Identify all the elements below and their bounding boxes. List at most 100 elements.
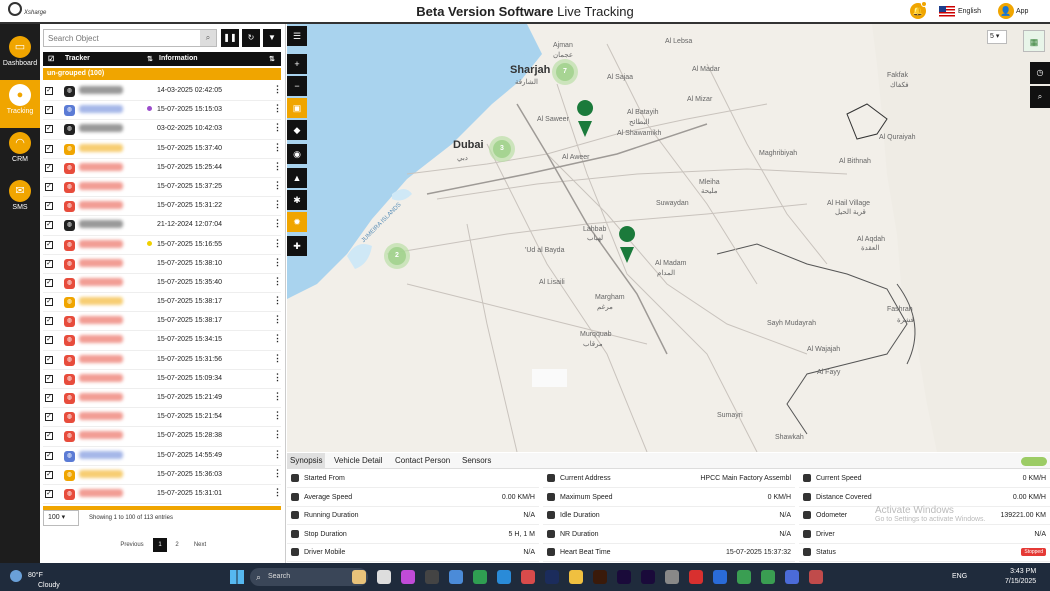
more-options-icon[interactable]: ⋮: [273, 218, 281, 229]
more-options-icon[interactable]: ⋮: [273, 353, 281, 364]
edge-icon[interactable]: [497, 570, 511, 584]
tab-contact-person[interactable]: Contact Person: [392, 453, 453, 469]
row-checkbox[interactable]: ✓: [45, 106, 53, 115]
tracker-row[interactable]: ✓ ◍ 15-07-2025 15:31:56 ⋮: [43, 351, 281, 370]
tracker-row[interactable]: ✓ ◍ 15-07-2025 15:21:54 ⋮: [43, 408, 281, 428]
tracker-row[interactable]: ✓ ◍ 15-07-2025 15:38:17 ⋮: [43, 312, 281, 332]
more-options-icon[interactable]: ⋮: [273, 180, 281, 191]
search-input[interactable]: [44, 30, 194, 46]
row-checkbox[interactable]: ✓: [45, 336, 53, 345]
app-icon[interactable]: [689, 570, 703, 584]
row-checkbox[interactable]: ✓: [45, 259, 53, 268]
page-1-button[interactable]: 1: [153, 538, 167, 552]
chrome-icon[interactable]: [737, 570, 751, 584]
next-button[interactable]: Next: [187, 538, 213, 552]
app-icon[interactable]: [425, 570, 439, 584]
search-icon[interactable]: ⌕: [200, 30, 216, 46]
row-checkbox[interactable]: ✓: [45, 470, 53, 479]
tab-sensors[interactable]: Sensors: [459, 453, 494, 469]
tracker-row[interactable]: ✓ ◍ 15-07-2025 15:31:22 ⋮: [43, 197, 281, 217]
row-checkbox[interactable]: ✓: [45, 278, 53, 287]
tracker-row[interactable]: ✓ ◍ 15-07-2025 15:16:55 ⋮: [43, 236, 281, 255]
media-player-icon[interactable]: [665, 570, 679, 584]
layers-list-icon[interactable]: ☰: [287, 26, 307, 46]
group-header[interactable]: un-grouped (100): [43, 68, 281, 80]
illustrator-icon[interactable]: [593, 570, 607, 584]
windows-start-icon[interactable]: [230, 570, 244, 584]
tag-icon[interactable]: ◆: [287, 120, 307, 140]
chrome-icon[interactable]: [761, 570, 775, 584]
row-checkbox[interactable]: ✓: [45, 451, 53, 460]
taskbar-search[interactable]: Search: [250, 568, 368, 586]
previous-button[interactable]: Previous: [114, 538, 150, 552]
file-explorer-icon[interactable]: [569, 570, 583, 584]
row-checkbox[interactable]: ✓: [45, 221, 53, 230]
traffic-icon[interactable]: ✹: [287, 212, 307, 232]
more-options-icon[interactable]: ⋮: [273, 238, 281, 249]
tracker-row[interactable]: ✓ ◍ 15-07-2025 15:28:38 ⋮: [43, 427, 281, 447]
more-options-icon[interactable]: ⋮: [273, 257, 281, 268]
zoom-out-button[interactable]: −: [287, 76, 307, 96]
row-checkbox[interactable]: ✓: [45, 202, 53, 211]
more-options-icon[interactable]: ⋮: [273, 199, 281, 210]
tracker-row[interactable]: ✓ ◍ 15-07-2025 15:34:15 ⋮: [43, 331, 281, 351]
app-icon[interactable]: [352, 570, 366, 584]
more-options-icon[interactable]: ⋮: [273, 372, 281, 383]
tracker-row[interactable]: ✓ ◍ 15-07-2025 15:38:10 ⋮: [43, 255, 281, 274]
row-checkbox[interactable]: ✓: [45, 87, 53, 95]
more-options-icon[interactable]: ⋮: [273, 487, 281, 498]
more-options-icon[interactable]: ⋮: [273, 429, 281, 440]
row-checkbox[interactable]: ✓: [45, 144, 53, 153]
after-effects-icon[interactable]: [617, 570, 631, 584]
more-options-icon[interactable]: ⋮: [273, 333, 281, 344]
tracker-row[interactable]: ✓ ◍ 15-07-2025 15:36:03 ⋮: [43, 466, 281, 485]
tracker-row[interactable]: ✓ ◍ 21-12-2024 12:07:04 ⋮: [43, 216, 281, 236]
nav-crm[interactable]: ◠ CRM: [0, 128, 40, 176]
more-options-icon[interactable]: ⋮: [273, 103, 281, 114]
select-all-checkbox[interactable]: ☑: [48, 55, 54, 63]
premiere-icon[interactable]: [641, 570, 655, 584]
settings-icon[interactable]: ✱: [287, 190, 307, 210]
zoom-in-button[interactable]: +: [287, 54, 307, 74]
more-options-icon[interactable]: ⋮: [273, 449, 281, 460]
nav-tracking[interactable]: ● Tracking: [0, 80, 40, 128]
row-checkbox[interactable]: ✓: [45, 163, 53, 172]
col-information[interactable]: Information: [159, 55, 198, 62]
vehicle-icon[interactable]: ▣: [287, 98, 307, 118]
row-checkbox[interactable]: ✓: [45, 394, 53, 402]
copilot-icon[interactable]: [401, 570, 415, 584]
chrome-icon[interactable]: [473, 570, 487, 584]
tracker-row[interactable]: ✓ ◍ 15-07-2025 15:31:01 ⋮: [43, 485, 281, 505]
tab-synopsis[interactable]: Synopsis: [287, 453, 326, 469]
us-flag-icon[interactable]: [939, 6, 955, 17]
photoshop-icon[interactable]: [545, 570, 559, 584]
row-checkbox[interactable]: ✓: [45, 240, 53, 249]
language-indicator[interactable]: ENG: [952, 573, 967, 580]
nav-sms[interactable]: ✉ SMS: [0, 176, 40, 224]
geofence-icon[interactable]: ◉: [287, 144, 307, 164]
tracker-row[interactable]: ✓ ◍ 15-07-2025 15:37:40 ⋮: [43, 140, 281, 159]
row-checkbox[interactable]: ✓: [45, 413, 53, 422]
tracker-row[interactable]: ✓ ◍ 15-07-2025 15:09:34 ⋮: [43, 370, 281, 389]
row-checkbox[interactable]: ✓: [45, 125, 53, 134]
tracker-row[interactable]: ✓ ◍ 15-07-2025 15:15:03 ⋮: [43, 101, 281, 121]
more-options-icon[interactable]: ⋮: [273, 84, 281, 95]
cluster-count[interactable]: 7: [563, 68, 567, 75]
language-selector[interactable]: English: [958, 8, 981, 15]
more-options-icon[interactable]: ⋮: [273, 276, 281, 287]
row-checkbox[interactable]: ✓: [45, 298, 53, 307]
more-options-icon[interactable]: ⋮: [273, 161, 281, 172]
chrome-icon[interactable]: [809, 570, 823, 584]
map-view[interactable]: Sharjah الشارقة Dubai دبي Ajman عجمان Al…: [287, 24, 1050, 452]
refresh-button[interactable]: ↻: [242, 29, 260, 47]
page-size-select[interactable]: 100 ▾: [43, 510, 79, 526]
user-name[interactable]: App: [1016, 8, 1028, 15]
tracker-row[interactable]: ✓ ◍ 15-07-2025 15:25:44 ⋮: [43, 159, 281, 178]
filter-button[interactable]: ▼: [263, 29, 281, 47]
col-tracker[interactable]: Tracker: [65, 55, 90, 62]
sort-icon[interactable]: ⇅: [147, 55, 153, 63]
app-icon[interactable]: [785, 570, 799, 584]
crosshair-icon[interactable]: ✚: [287, 236, 307, 256]
chrome-icon[interactable]: [521, 570, 535, 584]
tab-vehicle-detail[interactable]: Vehicle Detail: [331, 453, 385, 469]
